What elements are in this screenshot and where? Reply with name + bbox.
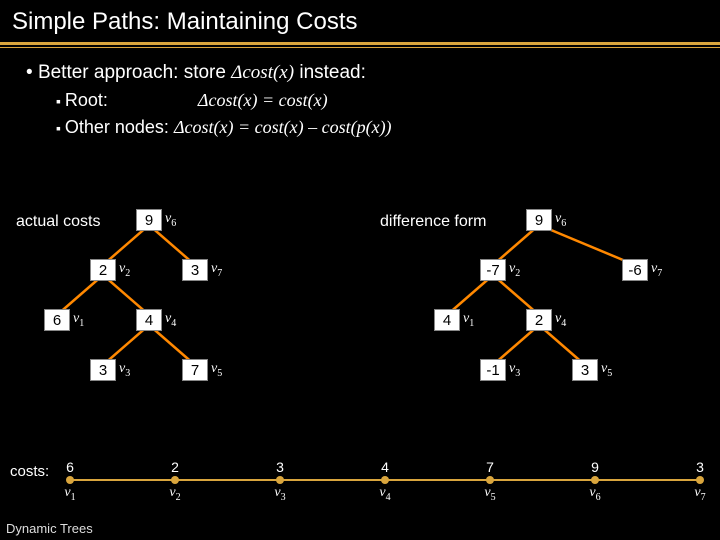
right-node-v3: -1 <box>480 359 506 381</box>
cost-value-2: 2 <box>160 459 190 475</box>
content-area: Better approach: store Δcost(x) instead:… <box>0 48 720 138</box>
tree-edges <box>0 195 720 455</box>
cost-label-4: v4 <box>370 485 400 503</box>
dcost-term: Δcost(x) <box>231 62 294 83</box>
left-label-v7: v7 <box>211 261 222 279</box>
sub-root-eq-lhs: Δcost(x) = <box>198 90 279 110</box>
left-node-v4: 4 <box>136 309 162 331</box>
right-node-v5: 3 <box>572 359 598 381</box>
sub-root: Root: Δcost(x) = cost(x) <box>26 90 720 111</box>
bullet-main: Better approach: store Δcost(x) instead:… <box>0 62 720 138</box>
left-label-v1: v1 <box>73 311 84 329</box>
right-label-v3: v3 <box>509 361 520 379</box>
divider-thick <box>0 42 720 45</box>
cost-value-7: 3 <box>685 459 715 475</box>
left-label-v3: v3 <box>119 361 130 379</box>
right-label-v1: v1 <box>463 311 474 329</box>
sub-other: Other nodes: Δcost(x) = cost(x) – cost(p… <box>26 117 720 138</box>
sub-root-eq-rhs: cost(x) <box>279 90 328 110</box>
left-node-v3: 3 <box>90 359 116 381</box>
cost-value-3: 3 <box>265 459 295 475</box>
costs-row: costs: 6v12v23v34v47v59v63v7 <box>0 455 720 515</box>
cost-label-5: v5 <box>475 485 505 503</box>
footer-text: Dynamic Trees <box>6 521 93 536</box>
cost-label-6: v6 <box>580 485 610 503</box>
left-node-v1: 6 <box>44 309 70 331</box>
page-title: Simple Paths: Maintaining Costs <box>0 0 720 42</box>
right-node-v7: -6 <box>622 259 648 281</box>
sub-root-label: Root: <box>65 90 108 110</box>
right-label-v6: v6 <box>555 211 566 229</box>
left-label-v4: v4 <box>165 311 176 329</box>
costs-line <box>0 455 720 515</box>
cost-label-3: v3 <box>265 485 295 503</box>
left-node-v5: 7 <box>182 359 208 381</box>
cost-label-7: v7 <box>685 485 715 503</box>
left-node-v6: 9 <box>136 209 162 231</box>
right-label-v7: v7 <box>651 261 662 279</box>
sub-other-eq: Δcost(x) = cost(x) – cost(p(x)) <box>174 117 392 137</box>
cost-value-5: 7 <box>475 459 505 475</box>
bullet-text-2: instead: <box>294 62 366 83</box>
left-node-v2: 2 <box>90 259 116 281</box>
right-node-v6: 9 <box>526 209 552 231</box>
bullet-text-1: Better approach: store <box>38 62 231 83</box>
right-label-v5: v5 <box>601 361 612 379</box>
right-node-v4: 2 <box>526 309 552 331</box>
cost-label-2: v2 <box>160 485 190 503</box>
left-node-v7: 3 <box>182 259 208 281</box>
sub-other-label: Other nodes: <box>65 117 174 137</box>
cost-value-1: 6 <box>55 459 85 475</box>
cost-value-6: 9 <box>580 459 610 475</box>
right-node-v1: 4 <box>434 309 460 331</box>
left-label-v6: v6 <box>165 211 176 229</box>
diagram-stage: actual costs difference form 9 v6 2 v2 3… <box>0 195 720 455</box>
left-label-v2: v2 <box>119 261 130 279</box>
cost-label-1: v1 <box>55 485 85 503</box>
right-node-v2: -7 <box>480 259 506 281</box>
right-label-v2: v2 <box>509 261 520 279</box>
left-label-v5: v5 <box>211 361 222 379</box>
left-caption: actual costs <box>16 213 100 231</box>
cost-value-4: 4 <box>370 459 400 475</box>
right-caption: difference form <box>380 213 486 231</box>
right-label-v4: v4 <box>555 311 566 329</box>
